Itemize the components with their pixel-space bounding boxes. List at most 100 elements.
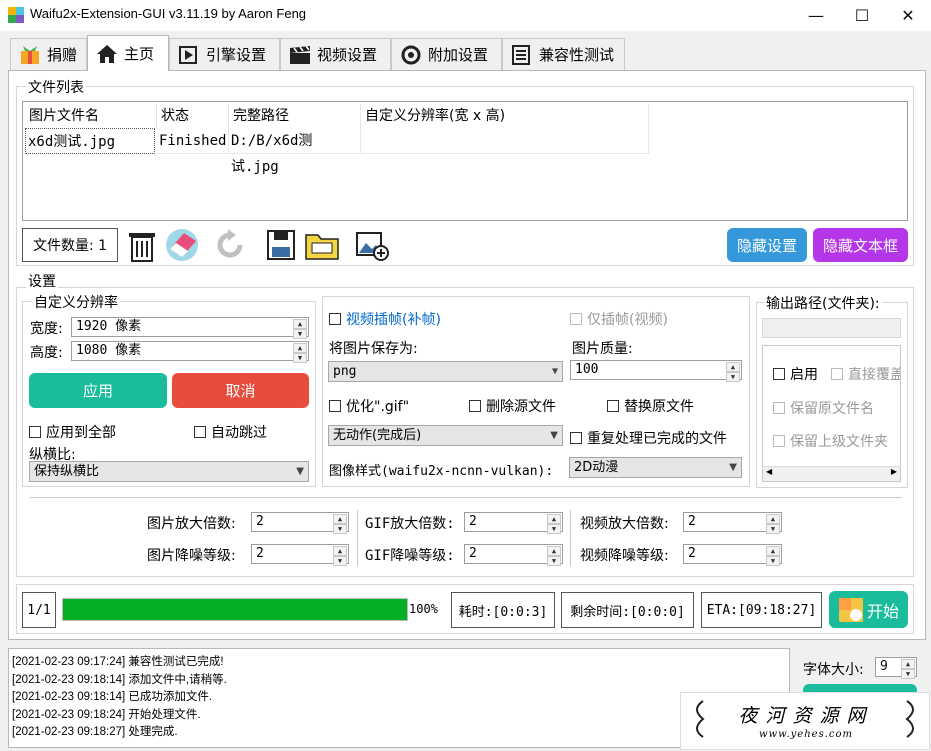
folder-icon (305, 234, 339, 260)
font-size-spinner[interactable]: ▲ ▼ (901, 659, 915, 679)
video-denoise-input[interactable]: 2 ▲ ▼ (683, 544, 782, 566)
tab-additional-settings[interactable]: 附加设置 (391, 38, 502, 70)
tab-label: 引擎设置 (206, 46, 267, 64)
video-interp-checkbox[interactable]: 视频插帧(补帧) (329, 309, 441, 329)
save-format-select[interactable]: png ▼ (328, 361, 563, 382)
checkbox-label: 直接覆盖 (848, 367, 901, 383)
tab-compatibility-test[interactable]: 兼容性测试 (502, 38, 625, 70)
home-icon (96, 44, 118, 64)
tab-video-settings[interactable]: 视频设置 (280, 38, 391, 70)
column-header-path[interactable]: 完整路径 (229, 104, 361, 128)
gif-denoise-spinner[interactable]: ▲ ▼ (547, 546, 561, 566)
elapsed-time: 耗时:[0:0:3] (451, 592, 555, 628)
video-scale-spinner[interactable]: ▲ ▼ (766, 514, 780, 534)
output-path-input (762, 318, 901, 338)
video-scale-input[interactable]: 2 ▲ ▼ (683, 512, 782, 534)
font-size-input[interactable]: 9 ▲ ▼ (875, 657, 917, 679)
column-header-status[interactable]: 状态 (157, 104, 229, 128)
hide-textbox-button[interactable]: 隐藏文本框 (813, 228, 908, 262)
replace-original-checkbox[interactable]: 替换原文件 (607, 396, 694, 416)
width-input[interactable]: 1920 像素 ▲ ▼ (71, 317, 309, 339)
open-folder-button[interactable] (304, 227, 340, 263)
custom-resolution-title: 自定义分辨率 (32, 292, 120, 312)
style-select[interactable]: 2D动漫 ▼ (569, 457, 742, 478)
table-cell-path[interactable]: D:/B/x6d测试.jpg (229, 128, 361, 175)
gif-scale-input[interactable]: 2 ▲ ▼ (464, 512, 563, 534)
eraser-button[interactable] (164, 227, 200, 263)
select-value: 保持纵横比 (34, 464, 100, 479)
tab-donate[interactable]: 捐赠 (10, 38, 87, 70)
delete-source-checkbox[interactable]: 删除源文件 (469, 396, 556, 416)
engine-icon (178, 45, 200, 65)
divider (357, 510, 358, 566)
font-size-label: 字体大小: (803, 662, 864, 678)
log-textbox[interactable]: [2021-02-23 09:17:24] 兼容性测试已完成! [2021-02… (8, 648, 790, 748)
gif-scale-spinner[interactable]: ▲ ▼ (547, 514, 561, 534)
output-options-panel[interactable]: 启用 直接覆盖 保留原文件名 保留上级文件夹 ◀ ▶ (762, 345, 901, 482)
eraser-icon (166, 229, 198, 261)
chevron-down-icon: ▼ (551, 366, 558, 377)
minimize-button[interactable]: — (793, 0, 839, 31)
reprocess-checkbox[interactable]: 重复处理已完成的文件 (570, 428, 727, 448)
column-header-filename[interactable]: 图片文件名 (25, 104, 157, 128)
quality-spinner[interactable]: ▲ ▼ (726, 362, 740, 382)
checkbox-label: 仅插帧(视频) (587, 312, 668, 328)
select-value: png (333, 364, 357, 379)
height-input[interactable]: 1080 像素 ▲ ▼ (71, 341, 309, 363)
log-line: [2021-02-23 09:18:27] 处理完成. (12, 726, 178, 738)
add-image-button[interactable] (354, 227, 390, 263)
checkbox-label: 删除源文件 (486, 399, 556, 415)
gif-mode-select[interactable]: 无动作(完成后) ▼ (328, 425, 563, 446)
file-count: 文件数量: 1 (22, 228, 118, 262)
hide-settings-button[interactable]: 隐藏设置 (727, 228, 807, 262)
checkbox-label: 自动跳过 (211, 425, 267, 441)
quality-value: 100 (575, 362, 599, 377)
gif-scale-label: GIF放大倍数: (365, 516, 455, 532)
height-spinner[interactable]: ▲ ▼ (293, 343, 307, 363)
enable-output-checkbox[interactable]: 启用 (773, 364, 818, 384)
gif-denoise-value: 2 (469, 546, 477, 561)
close-button[interactable]: ✕ (885, 0, 931, 31)
checkbox-label: 保留上级文件夹 (790, 434, 888, 450)
file-table[interactable]: 图片文件名 状态 完整路径 自定义分辨率(宽 x 高) x6d测试.jpg Fi… (22, 101, 908, 221)
chevron-right-icon[interactable]: ▶ (891, 467, 897, 476)
image-denoise-value: 2 (256, 546, 264, 561)
tab-home[interactable]: 主页 (87, 35, 169, 71)
image-denoise-input[interactable]: 2 ▲ ▼ (251, 544, 349, 566)
width-spinner[interactable]: ▲ ▼ (293, 319, 307, 339)
trash-button[interactable] (124, 227, 160, 263)
tab-engine-settings[interactable]: 引擎设置 (169, 38, 280, 70)
checkbox-label: 视频插帧(补帧) (346, 312, 441, 328)
save-list-button[interactable] (264, 227, 300, 263)
table-cell-status[interactable]: Finished (157, 128, 229, 154)
horizontal-scrollbar[interactable]: ◀ ▶ (763, 466, 900, 481)
gif-denoise-input[interactable]: 2 ▲ ▼ (464, 544, 563, 566)
progress-percent: 100% (409, 602, 438, 616)
checkbox-label: 重复处理已完成的文件 (587, 431, 727, 447)
image-scale-input[interactable]: 2 ▲ ▼ (251, 512, 349, 534)
trash-icon (129, 233, 155, 262)
cancel-button[interactable]: 取消 (172, 373, 309, 408)
optimize-gif-checkbox[interactable]: 优化".gif" (329, 396, 409, 416)
start-button[interactable]: 开始 (829, 591, 908, 628)
save-as-label: 将图片保存为: (329, 341, 418, 357)
image-denoise-spinner[interactable]: ▲ ▼ (333, 546, 347, 566)
watermark-text: 夜河资源网 (738, 705, 874, 727)
reload-button[interactable] (212, 227, 248, 263)
watermark-url: www.yehes.com (758, 729, 853, 740)
auto-skip-checkbox[interactable]: 自动跳过 (194, 422, 267, 442)
chevron-left-icon[interactable]: ◀ (766, 467, 772, 476)
image-scale-spinner[interactable]: ▲ ▼ (333, 514, 347, 534)
apply-all-checkbox[interactable]: 应用到全部 (29, 422, 116, 442)
table-cell-resolution[interactable] (361, 128, 649, 154)
aspect-select[interactable]: 保持纵横比 ▼ (29, 461, 309, 482)
video-denoise-spinner[interactable]: ▲ ▼ (766, 546, 780, 566)
apply-button[interactable]: 应用 (29, 373, 167, 408)
output-path-title: 输出路径(文件夹): (764, 293, 882, 313)
table-cell-filename[interactable]: x6d测试.jpg (25, 128, 155, 154)
maximize-button[interactable]: ☐ (839, 0, 885, 31)
width-value: 1920 像素 (76, 319, 142, 334)
image-scale-label: 图片放大倍数: (147, 516, 236, 532)
column-header-resolution[interactable]: 自定义分辨率(宽 x 高) (361, 104, 649, 128)
quality-input[interactable]: 100 ▲ ▼ (570, 360, 742, 382)
